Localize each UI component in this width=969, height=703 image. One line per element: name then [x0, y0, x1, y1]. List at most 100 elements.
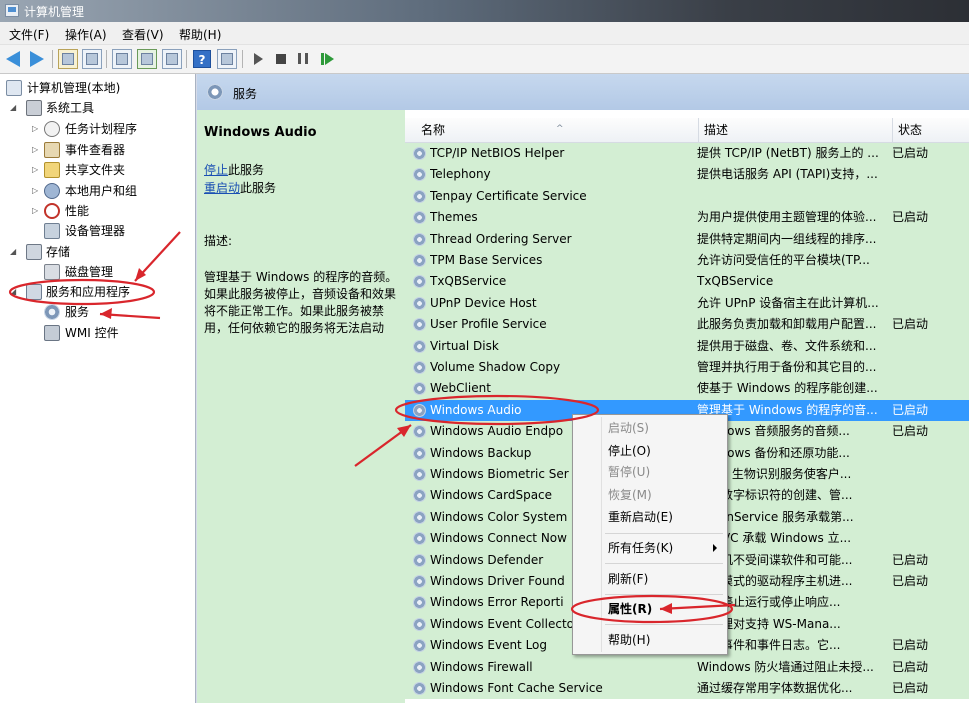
- properties-icon[interactable]: [112, 49, 132, 69]
- service-name-cell: User Profile Service: [430, 317, 547, 332]
- collapse-icon[interactable]: ◢: [10, 99, 16, 117]
- column-name[interactable]: ^ 名称: [416, 118, 699, 142]
- up-folder-icon[interactable]: [58, 49, 78, 69]
- device-manager-icon: [44, 223, 60, 239]
- table-row[interactable]: Tenpay Certificate Service: [405, 185, 969, 208]
- gear-icon: [413, 382, 426, 396]
- storage-icon: [26, 244, 42, 260]
- description-text: 管理基于 Windows 的程序的音频。如果此服务被停止，音频设备和效果将不能正…: [204, 270, 398, 335]
- menu-item-stop[interactable]: 停止(O): [608, 441, 651, 461]
- table-row[interactable]: Themes 为用户提供使用主题管理的体验... 已启动: [405, 207, 969, 229]
- table-row[interactable]: TxQBService TxQBService: [405, 271, 969, 293]
- navigation-tree: 计算机管理(本地) ◢ 系统工具 ▷ 任务计划程序 ▷ 事件查看器 ▷ 共享文件…: [0, 74, 196, 703]
- menu-bar: 文件(F) 操作(A) 查看(V) 帮助(H): [0, 22, 969, 45]
- stop-service-link[interactable]: 停止: [204, 163, 228, 177]
- toolbar-separator: [242, 50, 243, 68]
- service-name-cell: Windows Font Cache Service: [430, 681, 603, 695]
- gear-icon: [413, 510, 426, 524]
- toolbar-separator: [186, 50, 187, 68]
- computer-management-icon: [5, 4, 19, 17]
- help-icon[interactable]: ?: [193, 50, 211, 68]
- action-pane-icon[interactable]: [217, 49, 237, 69]
- services-header: 服务: [197, 74, 969, 110]
- window-titlebar: 计算机管理: [0, 0, 969, 22]
- menu-item-start[interactable]: 启动(S): [608, 418, 649, 438]
- menu-separator: [605, 594, 723, 595]
- service-status-cell: 已启动: [892, 210, 929, 225]
- table-row[interactable]: Volume Shadow Copy 管理并执行用于备份和其它目的...: [405, 357, 969, 379]
- gear-icon: [413, 189, 426, 203]
- service-description-cell: 此服务负责加载和卸载用户配置...: [697, 317, 877, 332]
- forward-arrow-icon[interactable]: [30, 51, 44, 67]
- submenu-arrow-icon: [713, 544, 717, 552]
- performance-icon: [44, 203, 60, 219]
- gear-icon: [413, 682, 426, 695]
- service-status-cell: 已启动: [892, 402, 929, 417]
- shared-folder-icon: [44, 162, 60, 178]
- column-description[interactable]: 描述: [699, 118, 893, 142]
- service-description-cell: 提供 TCP/IP (NetBT) 服务上的 ...: [697, 146, 879, 160]
- menu-item-help[interactable]: 帮助(H): [608, 630, 650, 650]
- menu-help[interactable]: 帮助(H): [179, 26, 221, 43]
- table-row[interactable]: TPM Base Services 允许访问受信任的平台模块(TP...: [405, 250, 969, 272]
- menu-item-all-tasks[interactable]: 所有任务(K): [608, 538, 673, 558]
- expand-icon[interactable]: ▷: [32, 141, 38, 159]
- start-service-icon[interactable]: [254, 53, 263, 65]
- expand-icon[interactable]: ▷: [32, 161, 38, 179]
- pause-service-icon[interactable]: [298, 53, 308, 64]
- menu-item-restart[interactable]: 重新启动(E): [608, 507, 673, 527]
- menu-file[interactable]: 文件(F): [9, 26, 49, 43]
- gear-icon: [413, 403, 426, 417]
- stop-service-icon[interactable]: [276, 54, 286, 64]
- service-status-cell: 已启动: [892, 146, 929, 160]
- menu-item-pause[interactable]: 暂停(U): [608, 462, 650, 482]
- table-row[interactable]: WebClient 使基于 Windows 的程序能创建...: [405, 378, 969, 400]
- gear-icon: [44, 304, 60, 320]
- gear-icon: [413, 468, 426, 481]
- collapse-icon[interactable]: ◢: [10, 243, 16, 261]
- column-status[interactable]: 状态: [893, 118, 969, 142]
- menu-view[interactable]: 查看(V): [122, 26, 164, 43]
- gear-icon: [413, 168, 426, 182]
- gear-icon: [413, 489, 426, 503]
- collapse-icon[interactable]: ◢: [10, 283, 16, 301]
- expand-icon[interactable]: ▷: [32, 182, 38, 200]
- table-row[interactable]: User Profile Service 此服务负责加载和卸载用户配置... 已启动: [405, 314, 969, 336]
- stop-service-line: 停止此服务: [204, 163, 265, 177]
- service-description-cell: 使基于 Windows 的程序能创建...: [697, 381, 878, 396]
- table-row[interactable]: Windows Firewall Windows 防火墙通过阻止未授... 已启动: [405, 656, 969, 678]
- show-hide-tree-icon[interactable]: [82, 49, 102, 69]
- service-description-cell: 提供用于磁盘、卷、文件系统和...: [697, 338, 877, 353]
- menu-action[interactable]: 操作(A): [65, 26, 107, 43]
- table-row[interactable]: UPnP Device Host 允许 UPnP 设备宿主在此计算机...: [405, 292, 969, 315]
- gear-icon: [413, 275, 426, 289]
- table-row[interactable]: Virtual Disk 提供用于磁盘、卷、文件系统和...: [405, 335, 969, 357]
- menu-item-properties[interactable]: 属性(R): [608, 599, 652, 619]
- expand-icon[interactable]: ▷: [32, 202, 38, 220]
- service-description-cell: 提供特定期间内一组线程的排序...: [697, 231, 877, 246]
- table-row[interactable]: Telephony 提供电话服务 API (TAPI)支持，...: [405, 164, 969, 186]
- restart-service-link[interactable]: 重启动: [204, 181, 240, 195]
- back-arrow-icon[interactable]: [6, 51, 20, 67]
- restart-service-icon[interactable]: [321, 53, 334, 65]
- menu-item-refresh[interactable]: 刷新(F): [608, 569, 648, 589]
- table-row[interactable]: Windows Font Cache Service 通过缓存常用字体数据优化..…: [405, 678, 969, 700]
- services-apps-icon: [26, 284, 42, 300]
- gear-icon: [413, 361, 426, 374]
- menu-separator: [605, 533, 723, 534]
- table-row[interactable]: TCP/IP NetBIOS Helper 提供 TCP/IP (NetBT) 服…: [405, 143, 969, 165]
- table-row[interactable]: Thread Ordering Server 提供特定期间内一组线程的排序...: [405, 228, 969, 250]
- gear-icon: [413, 232, 426, 246]
- gear-icon: [413, 575, 426, 588]
- expand-icon[interactable]: ▷: [32, 120, 38, 138]
- service-name-cell: Themes: [430, 210, 478, 225]
- gear-icon: [413, 532, 426, 546]
- menu-item-resume[interactable]: 恢复(M): [608, 485, 652, 505]
- gear-icon: [413, 660, 426, 674]
- context-menu: 启动(S) 停止(O) 暂停(U) 恢复(M) 重新启动(E) 所有任务(K) …: [572, 414, 728, 655]
- service-name-cell: TPM Base Services: [430, 253, 543, 267]
- gear-icon: [413, 339, 426, 353]
- computer-management-icon: [6, 80, 22, 96]
- refresh-icon[interactable]: [137, 49, 157, 69]
- export-list-icon[interactable]: [162, 49, 182, 69]
